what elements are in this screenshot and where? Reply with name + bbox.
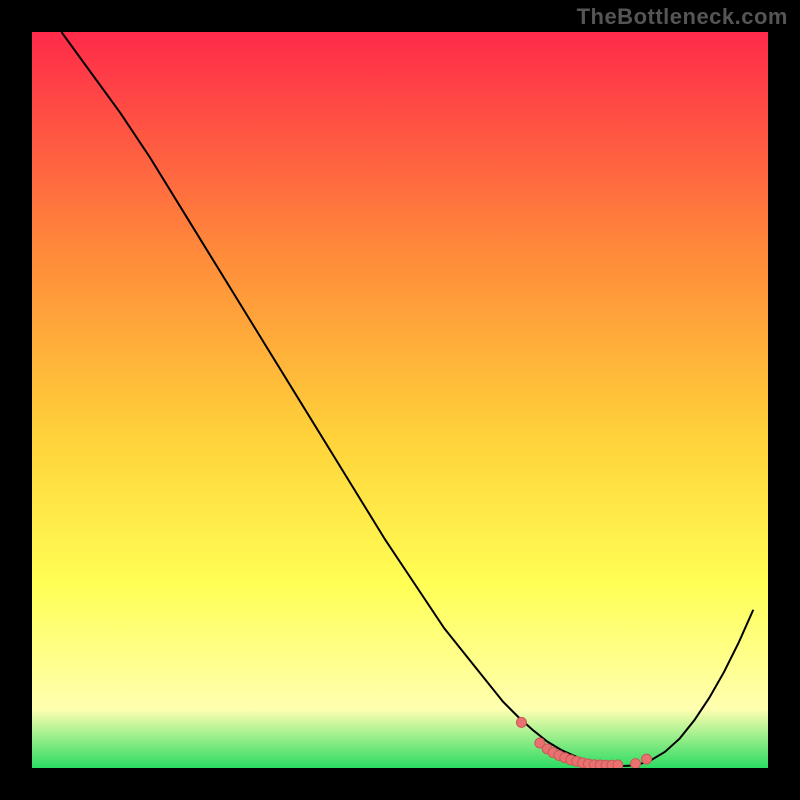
basin-marker <box>631 759 641 768</box>
gradient-bg <box>32 32 768 768</box>
basin-marker <box>642 754 652 764</box>
basin-marker <box>613 760 623 768</box>
chart-svg <box>32 32 768 768</box>
plot-area <box>32 32 768 768</box>
basin-marker <box>516 717 526 727</box>
chart-frame: TheBottleneck.com <box>0 0 800 800</box>
watermark-text: TheBottleneck.com <box>577 4 788 30</box>
